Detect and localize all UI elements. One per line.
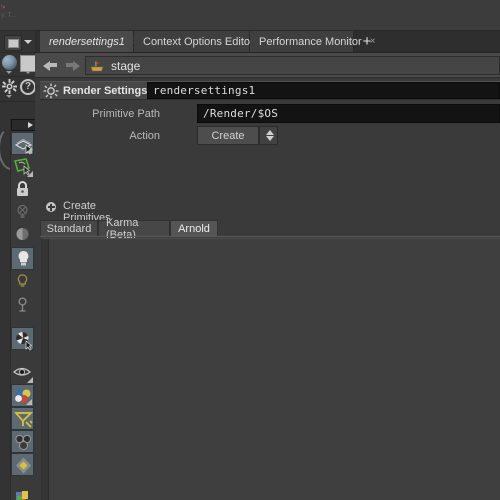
toolbar-divider-3 <box>0 101 35 102</box>
node-type-label: Render Settings <box>63 84 148 97</box>
subtab-label: Arnold <box>178 223 210 235</box>
stage-icon <box>90 61 104 72</box>
tool-assign-material[interactable] <box>11 407 34 430</box>
tool-dome-light[interactable] <box>11 224 34 247</box>
geometry-node-icon <box>15 434 32 450</box>
gear-dropdown-icon[interactable] <box>6 95 12 98</box>
action-menu-button[interactable]: Create <box>197 126 259 145</box>
light-bulb-icon <box>18 251 29 266</box>
panel-tab-bar: rendersettings1 × Context Options Editor… <box>35 31 500 53</box>
cube-dropdown-icon[interactable] <box>25 71 31 74</box>
parameter-editor: Render Settings rendersettings1 Primitiv… <box>35 78 500 500</box>
render-settings-content-area <box>41 238 500 500</box>
square-icon <box>8 39 19 48</box>
toolbar-divider-2 <box>0 76 35 77</box>
light-disabled-icon <box>17 204 28 218</box>
param-label-action: Action <box>129 129 160 142</box>
toolbar-divider-1 <box>0 52 35 53</box>
tab-context-options-editor[interactable]: Context Options Editor × <box>134 31 268 52</box>
subtab-underline <box>40 236 500 237</box>
tool-lasso-submenu-icon[interactable] <box>27 171 33 177</box>
tool-lasso-select[interactable] <box>11 155 34 178</box>
tab-performance-monitor[interactable]: Performance Monitor × <box>250 31 376 52</box>
stepper-down-icon[interactable] <box>266 136 274 141</box>
window-top-strip: t y: T... <box>0 0 500 31</box>
tab-label: rendersettings1 <box>49 35 125 48</box>
tool-layers[interactable] <box>11 486 34 500</box>
tool-select-submenu-icon[interactable] <box>26 147 32 153</box>
tool-light[interactable] <box>11 247 34 270</box>
subtab-label: Standard <box>46 223 92 235</box>
tool-material[interactable] <box>11 384 34 407</box>
point-light-icon <box>17 274 28 287</box>
tool-distant-light[interactable] <box>11 293 34 316</box>
forward-button[interactable] <box>64 58 80 72</box>
lock-icon <box>17 181 28 196</box>
action-stepper[interactable] <box>259 126 278 145</box>
back-button[interactable] <box>43 58 59 72</box>
param-label-primitive-path: Primitive Path <box>92 107 160 120</box>
layers-icon <box>16 491 28 500</box>
help-icon[interactable]: ? <box>20 79 36 95</box>
distant-light-icon <box>18 297 27 312</box>
dome-light-icon <box>16 228 29 240</box>
display-options-square-button[interactable] <box>4 35 22 51</box>
tool-lock[interactable] <box>11 178 34 201</box>
node-header: Render Settings rendersettings1 <box>40 81 500 100</box>
tab-arnold[interactable]: Arnold <box>170 220 218 237</box>
tool-render-var[interactable] <box>11 453 34 476</box>
camera-icon <box>16 332 33 351</box>
render-settings-icon <box>43 83 59 98</box>
path-bar: stage <box>35 53 500 78</box>
tab-standard[interactable]: Standard <box>40 220 98 237</box>
tool-no-light[interactable] <box>11 201 34 224</box>
main-panel: rendersettings1 × Context Options Editor… <box>35 31 500 500</box>
window-ghost-text: t y: T... <box>1 4 16 19</box>
assign-material-icon <box>14 412 34 428</box>
tool-point-light[interactable] <box>11 270 34 293</box>
param-row-primitive-path: Primitive Path /Render/$OS <box>35 104 500 123</box>
gear-icon[interactable] <box>2 79 17 94</box>
houdini-window: t y: T... ? rendersettings1 Context Opti… <box>0 0 500 500</box>
add-tab-button[interactable]: + <box>356 31 378 52</box>
tool-camera[interactable] <box>11 327 34 351</box>
tool-geometry[interactable] <box>11 430 34 453</box>
path-text: stage <box>111 58 141 73</box>
path-input[interactable]: stage <box>85 56 500 75</box>
tool-look-through[interactable] <box>11 361 34 384</box>
arrow-right-icon <box>73 61 80 71</box>
display-options-dropdown-button[interactable] <box>22 35 33 49</box>
tab-label: Context Options Editor <box>143 35 254 48</box>
content-left-gutter <box>42 239 49 500</box>
render-target-tabs: Standard Karma (Beta) Arnold <box>40 217 500 241</box>
tab-rendersettings1[interactable]: rendersettings1 × <box>40 31 139 52</box>
sphere-icon[interactable] <box>2 55 17 70</box>
plus-circle-icon[interactable] <box>46 202 56 212</box>
diamond-icon <box>16 457 31 474</box>
param-row-action: Action Create <box>35 126 500 145</box>
tool-strip-expander[interactable] <box>11 119 36 131</box>
sphere-dropdown-icon[interactable] <box>6 71 12 74</box>
left-toolbar: ? <box>0 31 37 500</box>
tab-label: Performance Monitor <box>259 35 362 48</box>
tab-karma-beta[interactable]: Karma (Beta) <box>98 217 170 241</box>
tool-select[interactable] <box>11 132 34 155</box>
node-name-input[interactable]: rendersettings1 <box>147 82 500 99</box>
tool-look-through-submenu-icon[interactable] <box>27 377 33 383</box>
tool-material-submenu-icon[interactable] <box>26 399 32 405</box>
stepper-up-icon[interactable] <box>266 130 274 135</box>
primitive-path-input[interactable]: /Render/$OS <box>197 104 500 123</box>
